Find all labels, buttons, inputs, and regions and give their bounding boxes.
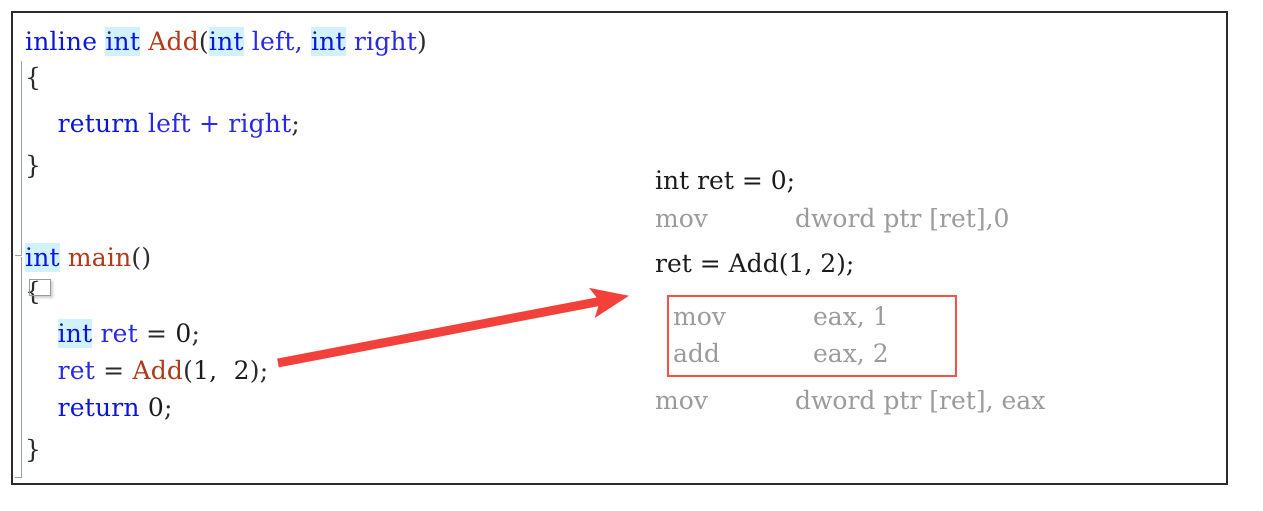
code-token: int (208, 27, 244, 56)
code-token: inline (25, 27, 98, 56)
source-line-4[interactable]: } (25, 153, 41, 178)
source-line-6[interactable]: int main() (25, 243, 152, 272)
code-token: 0 (147, 393, 165, 422)
code-token: = (146, 319, 176, 348)
source-line-9[interactable]: ret = Add(1, 2); (25, 356, 269, 385)
code-token: ); (249, 356, 269, 385)
code-token: right (345, 27, 417, 56)
code-token: } (25, 151, 42, 180)
disasm-mnemonic: mov (655, 386, 708, 415)
source-line-11[interactable]: } (25, 437, 41, 462)
code-token: ; (291, 109, 300, 138)
disasm-operands: eax, 1 (813, 302, 889, 331)
disasm-mnemonic: mov (655, 204, 708, 233)
source-line-1[interactable]: inline int Add(int left, int right) (25, 27, 427, 56)
code-token: ( (183, 356, 194, 385)
code-fold-tick-bottom (15, 477, 22, 478)
disasm-instruction-1: mov dword ptr [ret],0 (655, 206, 1009, 231)
disasm-operands: dword ptr [ret], eax (795, 386, 1046, 415)
code-token: ret (100, 319, 147, 348)
disasm-instruction-3: add eax, 2 (673, 341, 889, 366)
disasm-source-line-1: int ret = 0; (655, 166, 796, 195)
code-token: return (57, 393, 140, 422)
code-token: Add (132, 356, 184, 385)
disasm-mnemonic: mov (673, 302, 726, 331)
code-token: int (310, 27, 346, 56)
code-editor-frame: inline int Add(int left, int right) { re… (11, 11, 1228, 485)
code-token: = (103, 356, 133, 385)
code-token: int (105, 27, 141, 56)
code-structure-guide-line (21, 61, 22, 255)
disassembly-pane[interactable]: int ret = 0; mov dword ptr [ret],0 ret = … (633, 13, 1226, 483)
code-token: int (57, 319, 93, 348)
cpp-source-pane[interactable]: inline int Add(int left, int right) { re… (13, 13, 633, 483)
code-token: ) (416, 27, 427, 56)
code-token: ret (57, 356, 104, 385)
source-line-2[interactable]: { (25, 65, 41, 90)
code-token: { (25, 63, 42, 92)
code-token: Add (148, 27, 199, 56)
code-token: ; (164, 393, 173, 422)
code-token: int (25, 243, 60, 272)
code-fold-tick-top (15, 255, 22, 256)
source-line-10[interactable]: return 0; (25, 395, 173, 420)
disasm-mnemonic: add (673, 339, 720, 368)
disasm-instruction-2: mov eax, 1 (673, 304, 889, 329)
code-token: 0 (175, 319, 192, 348)
code-token: main (67, 243, 132, 272)
code-token: 1, 2 (193, 356, 250, 385)
source-line-8[interactable]: int ret = 0; (25, 319, 201, 348)
code-token: ; (191, 319, 201, 348)
code-token: () (131, 243, 152, 272)
code-token: } (25, 435, 42, 464)
disasm-operands: dword ptr [ret],0 (795, 204, 1010, 233)
disasm-instruction-4: mov dword ptr [ret], eax (655, 388, 1045, 413)
disasm-source-line-2: ret = Add(1, 2); (655, 249, 855, 278)
code-token: left + right (147, 109, 292, 138)
smart-tag-indicator[interactable] (29, 279, 51, 296)
code-structure-guide-line-main (21, 257, 22, 477)
code-token: left, (243, 27, 311, 56)
source-line-3[interactable]: return left + right; (25, 111, 300, 136)
code-token: return (57, 109, 140, 138)
disasm-operands: eax, 2 (813, 339, 889, 368)
code-token: ( (198, 27, 209, 56)
